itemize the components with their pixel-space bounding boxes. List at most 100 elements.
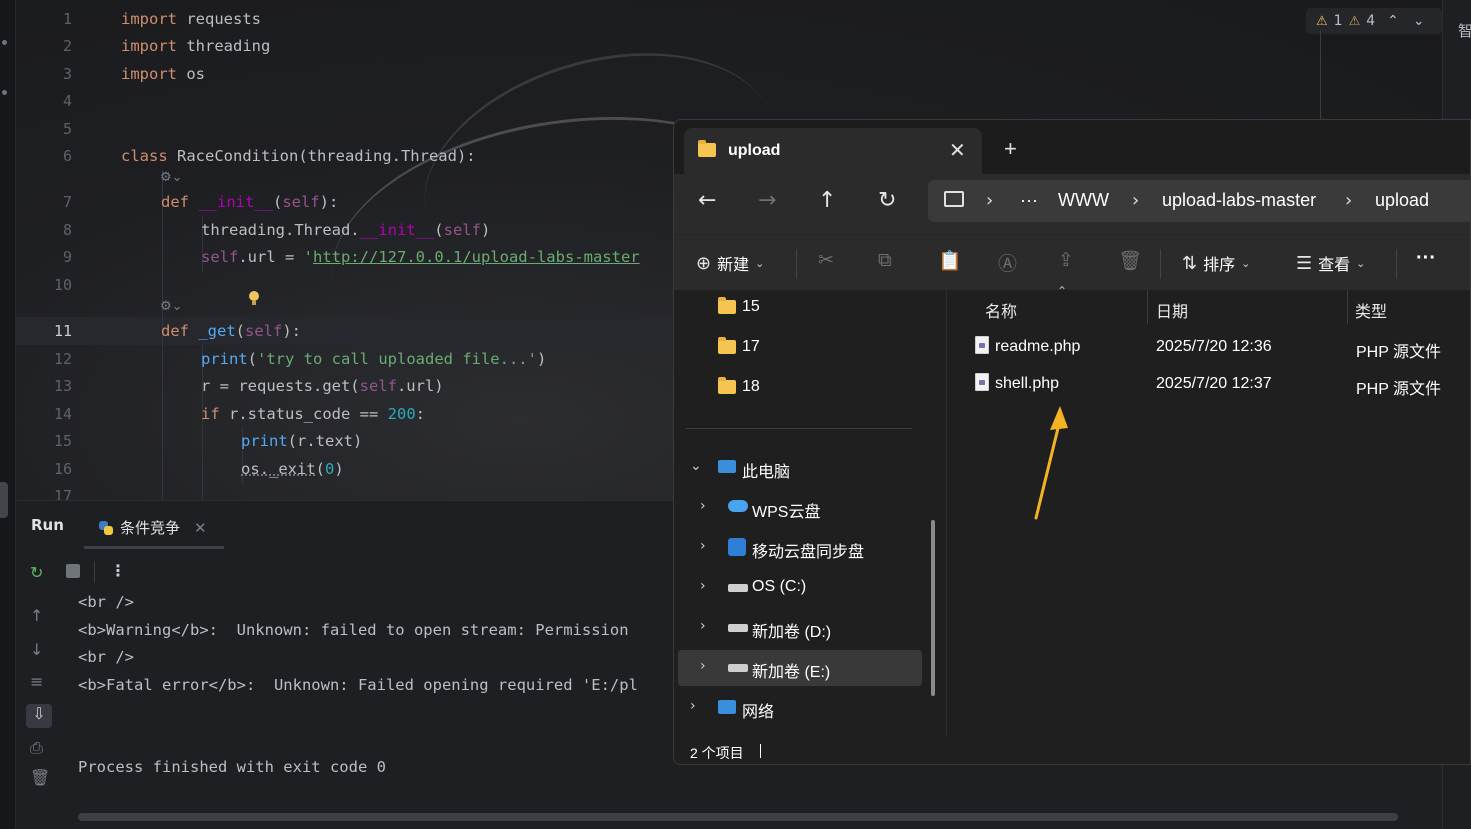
copy-icon[interactable]: ⧉ <box>878 249 892 271</box>
code-token: r.status_code == <box>219 405 388 423</box>
line-number: 15 <box>53 432 72 450</box>
code-line-15: print(r.text) <box>241 431 362 451</box>
drive-icon <box>728 664 748 672</box>
chevron-right-icon[interactable]: › <box>1132 190 1139 211</box>
new-tab-plus-icon[interactable]: + <box>1004 136 1017 162</box>
nav-network[interactable]: › 网络 <box>678 690 922 726</box>
chevron-right-icon[interactable]: › <box>700 658 706 674</box>
line-number: 17 <box>53 487 72 500</box>
lightbulb-icon[interactable] <box>248 290 260 306</box>
arrow-down-icon[interactable]: ↓ <box>30 640 43 659</box>
current-line-highlight <box>16 317 676 345</box>
file-row[interactable]: readme.php 2025/7/20 12:36 PHP 源文件 <box>971 330 1470 364</box>
view-list-icon: ☰ <box>1296 252 1313 274</box>
column-separator[interactable] <box>1147 290 1148 324</box>
line-number: 1 <box>62 10 72 28</box>
explorer-tab-upload[interactable]: upload ✕ <box>684 128 982 174</box>
paste-icon[interactable]: 📋 <box>938 249 962 272</box>
explorer-command-bar: ⊕ 新建 ⌄ ✂ ⧉ 📋 Ⓐ ⇪ 🗑 ⇅ 排序 ⌄ ☰ 查看 ⌄ ··· <box>674 234 1470 290</box>
nav-drive-e[interactable]: › 新加卷 (E:) <box>678 650 922 686</box>
breadcrumb-www[interactable]: WWW <box>1058 190 1109 211</box>
code-token: .url = <box>238 248 304 266</box>
code-url-link[interactable]: http://127.0.0.1/upload-labs-master <box>313 248 640 266</box>
chevron-right-icon[interactable]: › <box>700 538 706 554</box>
code-token: ) <box>480 221 491 239</box>
computer-icon <box>718 460 736 473</box>
file-type: PHP 源文件 <box>1356 344 1442 361</box>
more-options-icon[interactable]: ⋮ <box>110 561 126 580</box>
column-header-type[interactable]: 类型 <box>1355 298 1387 322</box>
rename-icon[interactable]: Ⓐ <box>998 249 1017 276</box>
delete-icon[interactable]: 🗑 <box>1118 249 1142 272</box>
sort-button[interactable]: ⇅ 排序 ⌄ <box>1182 251 1250 275</box>
override-hint-icon[interactable]: ⚙⌄ <box>160 170 183 185</box>
code-token: __init__ <box>198 193 273 211</box>
breadcrumb-upload-labs-master[interactable]: upload-labs-master <box>1162 190 1316 211</box>
chevron-up-icon[interactable]: ⌃ <box>1387 13 1399 29</box>
cut-icon[interactable]: ✂ <box>818 249 834 271</box>
share-icon[interactable]: ⇪ <box>1058 249 1074 271</box>
trash-icon[interactable]: 🗑 <box>30 768 50 787</box>
scroll-to-end-icon[interactable]: ⇩ <box>26 704 52 728</box>
arrow-up-icon[interactable]: ↑ <box>30 606 43 625</box>
print-icon[interactable]: ⎙ <box>30 738 43 758</box>
close-icon[interactable]: ✕ <box>949 138 966 163</box>
python-icon <box>99 520 113 535</box>
run-tab-label: 条件竞争 <box>120 519 181 537</box>
chevron-right-icon[interactable]: › <box>700 578 706 594</box>
breadcrumb-upload[interactable]: upload <box>1375 190 1429 211</box>
code-token: _exit <box>269 460 316 478</box>
back-arrow-icon[interactable]: ← <box>698 188 716 213</box>
nav-item-label: WPS云盘 <box>752 504 821 521</box>
right-edge-label[interactable]: 智 <box>1458 20 1471 41</box>
code-line-12: print('try to call uploaded file...') <box>201 349 546 369</box>
address-bar[interactable]: › ··· WWW › upload-labs-master › upload <box>928 180 1470 222</box>
forward-arrow-icon[interactable]: → <box>758 188 776 213</box>
chevron-down-icon[interactable]: ⌄ <box>1413 13 1425 29</box>
more-options-button[interactable]: ··· <box>1416 247 1436 270</box>
file-name: shell.php <box>995 375 1060 392</box>
column-separator[interactable] <box>1347 290 1348 324</box>
column-header-date[interactable]: 日期 <box>1156 298 1188 322</box>
nav-drive-d[interactable]: › 新加卷 (D:) <box>678 610 922 646</box>
refresh-icon[interactable]: ↻ <box>878 188 896 213</box>
code-token: print <box>241 432 288 450</box>
nav-pane-scrollbar[interactable] <box>931 520 935 696</box>
code-token: 200 <box>387 405 416 423</box>
nav-drive-c[interactable]: › OS (C:) <box>678 570 922 606</box>
rerun-icon[interactable]: ↻ <box>30 563 43 582</box>
inspection-widget[interactable]: ⚠ 1 ⚠ 4 ⌃ ⌄ <box>1306 8 1442 34</box>
chevron-right-icon[interactable]: › <box>690 698 696 714</box>
view-button[interactable]: ☰ 查看 ⌄ <box>1296 251 1365 275</box>
nav-folder-15[interactable]: 15 <box>678 290 922 326</box>
nav-folder-17[interactable]: 17 <box>678 330 922 366</box>
code-line-8: threading.Thread.__init__(self) <box>201 220 490 240</box>
code-token: RaceCondition(threading.Thread): <box>167 147 476 165</box>
console-horizontal-scrollbar[interactable] <box>78 813 1398 821</box>
strip-active-marker <box>0 482 8 518</box>
file-row[interactable]: shell.php 2025/7/20 12:37 PHP 源文件 <box>971 367 1470 401</box>
soft-wrap-icon[interactable]: ≡ <box>30 672 43 691</box>
run-config-tab[interactable]: 条件竞争 ✕ <box>84 509 224 549</box>
override-hint-icon[interactable]: ⚙⌄ <box>160 299 183 314</box>
stop-icon[interactable] <box>66 564 80 578</box>
cloud-drive-icon <box>728 538 746 556</box>
breadcrumb-ellipsis[interactable]: ··· <box>1020 190 1038 211</box>
chevron-right-icon[interactable]: › <box>700 498 706 514</box>
chevron-right-icon[interactable]: › <box>700 618 706 634</box>
nav-folder-18[interactable]: 18 <box>678 370 922 406</box>
nav-yidong-cloud[interactable]: › 移动云盘同步盘 <box>678 530 922 566</box>
close-icon[interactable]: ✕ <box>194 519 207 537</box>
nav-wps-cloud[interactable]: › WPS云盘 <box>678 490 922 526</box>
chevron-right-icon[interactable]: › <box>986 190 993 211</box>
up-arrow-icon[interactable]: ↑ <box>818 188 836 213</box>
chevron-down-icon[interactable]: ⌄ <box>690 458 702 474</box>
folder-icon <box>718 337 736 354</box>
nav-item-label: OS (C:) <box>752 578 807 595</box>
new-button[interactable]: ⊕ 新建 ⌄ <box>696 251 764 275</box>
chevron-right-icon[interactable]: › <box>1345 190 1352 211</box>
column-header-name[interactable]: 名称 <box>985 298 1017 322</box>
nav-this-pc[interactable]: ⌄ 此电脑 <box>678 450 922 486</box>
code-line-16: os._exit(0) <box>241 459 344 479</box>
